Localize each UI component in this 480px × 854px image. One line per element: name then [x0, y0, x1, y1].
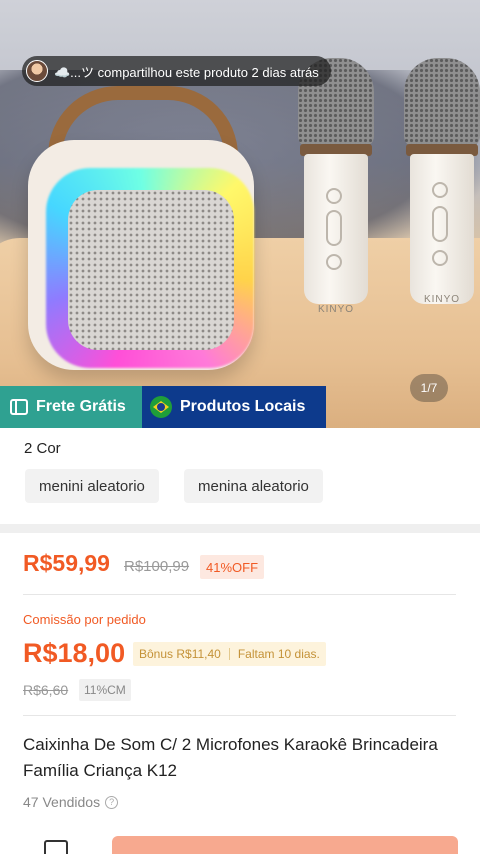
- share-notice: ☁️...ツ compartilhou este produto 2 dias …: [22, 56, 331, 86]
- mic-brand-label: KINYO: [317, 304, 355, 315]
- image-counter: 1/7: [410, 374, 448, 402]
- commission-rate-tag: 11%CM: [79, 679, 131, 701]
- store-icon[interactable]: [44, 840, 68, 854]
- sold-count: 47 Vendidos ?: [23, 794, 119, 810]
- old-commission: R$6,60: [23, 682, 69, 698]
- section-divider: [0, 524, 480, 533]
- divider: [23, 594, 456, 595]
- share-notice-text: ☁️...ツ compartilhou este produto 2 dias …: [54, 64, 319, 80]
- info-icon[interactable]: ?: [105, 795, 119, 809]
- mic-brand-label: KINYO: [423, 294, 461, 305]
- divider: [23, 715, 456, 716]
- commission-value: R$18,00: [23, 638, 126, 668]
- brazil-flag-icon: [150, 396, 172, 418]
- local-products-badge: Produtos Locais: [142, 386, 326, 428]
- bonus-remaining: Faltam 10 dias.: [237, 647, 320, 661]
- free-shipping-label: Frete Grátis: [36, 398, 126, 415]
- local-products-label: Produtos Locais: [180, 398, 306, 415]
- discount-badge: 41%OFF: [200, 555, 265, 579]
- shipping-icon: [10, 399, 28, 415]
- sold-count-text: 47 Vendidos: [23, 794, 101, 810]
- bonus-amount: Bônus R$11,40: [139, 647, 221, 661]
- variant-title: 2 Cor: [24, 440, 61, 457]
- bonus-info: Bônus R$11,40 Faltam 10 dias.: [133, 642, 326, 666]
- product-image-carousel[interactable]: KINYO KINYO ☁️...ツ compartilhou este pro…: [0, 0, 480, 428]
- free-shipping-badge: Frete Grátis: [0, 386, 142, 428]
- variant-option[interactable]: menini aleatorio: [25, 469, 159, 503]
- speaker-image: [28, 86, 258, 376]
- primary-action-button[interactable]: [112, 836, 458, 854]
- commission-label: Comissão por pedido: [23, 612, 146, 627]
- original-price: R$100,99: [124, 558, 190, 575]
- product-title: Caixinha De Som C/ 2 Microfones Karaokê …: [23, 735, 438, 780]
- variant-option[interactable]: menina aleatorio: [184, 469, 323, 503]
- current-price: R$59,99: [23, 550, 110, 576]
- avatar: [26, 60, 48, 82]
